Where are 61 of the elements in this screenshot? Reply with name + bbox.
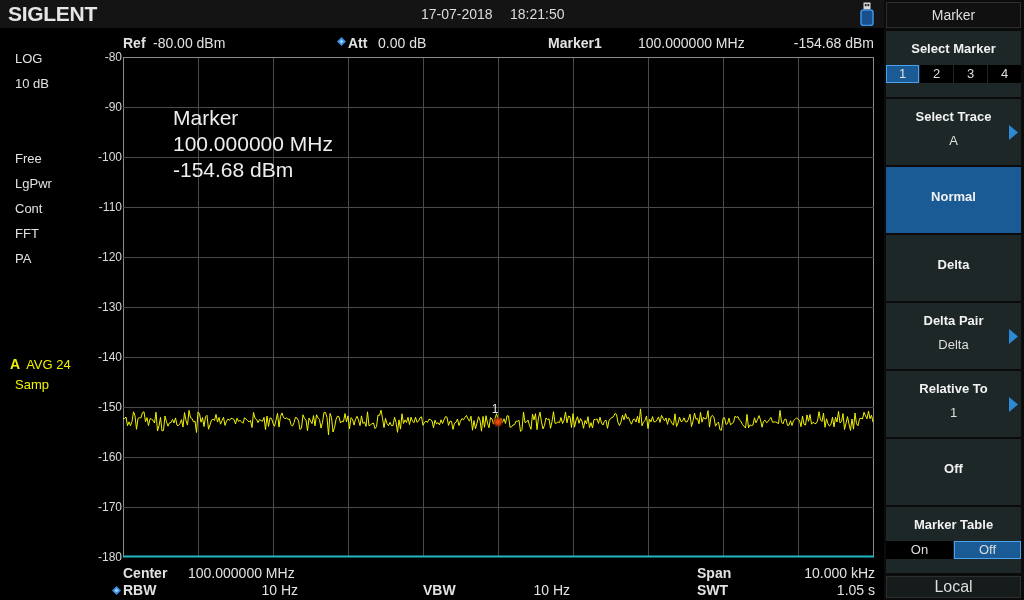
softkey-label: Marker Table	[913, 517, 994, 533]
option-tab[interactable]: On	[886, 541, 953, 559]
trace-detector-label: Samp	[15, 376, 49, 394]
status-label: PA	[15, 250, 32, 268]
softkey-button[interactable]: Off	[886, 439, 1021, 505]
softkey-button[interactable]: Select Trace A	[886, 99, 1021, 165]
y-axis-label: -130	[97, 301, 122, 313]
softkey-button[interactable]: Relative To 1	[886, 371, 1021, 437]
y-axis-label: -80	[104, 51, 122, 63]
softkey-button[interactable]: Normal	[886, 167, 1021, 233]
option-tab[interactable]: 4	[988, 65, 1021, 83]
status-label: Cont	[15, 200, 43, 218]
y-axis-label: -160	[97, 451, 122, 463]
trace-averaging-label: AVG 24	[26, 356, 71, 374]
trace-name-label: A	[10, 355, 21, 374]
triangle-right-icon	[1009, 124, 1018, 140]
softkey-label: Select Marker	[911, 41, 996, 57]
sweep-time-label: SWT	[697, 582, 729, 599]
marker-level-value: -154.68 dBm	[793, 35, 874, 51]
y-axis-label: -140	[97, 351, 122, 363]
att-value: 0.00 dB	[378, 35, 428, 51]
span-value: 10.000 kHz	[804, 565, 875, 582]
y-axis-label: -100	[97, 151, 122, 163]
scale-division-label: 10 dB	[15, 75, 49, 93]
option-tab[interactable]: 1	[886, 65, 919, 83]
y-axis-label: -150	[97, 401, 122, 413]
status-label: LgPwr	[15, 175, 52, 193]
marker-name-label: Marker1	[548, 35, 603, 51]
softkey-button[interactable]: Delta	[886, 235, 1021, 301]
option-tab[interactable]: 2	[920, 65, 953, 83]
y-axis-label: -180	[97, 551, 122, 563]
att-label: Att	[348, 35, 369, 51]
triangle-right-icon	[1009, 396, 1018, 412]
usb-stick-icon	[860, 2, 874, 26]
vbw-label: VBW	[423, 582, 456, 599]
rbw-value: 10 Hz	[261, 582, 298, 599]
status-label: Free	[15, 150, 42, 168]
sweep-time-value: 1.05 s	[836, 582, 875, 599]
status-label: FFT	[15, 225, 39, 243]
center-frequency-label: Center	[123, 565, 169, 582]
option-tab[interactable]: 3	[954, 65, 987, 83]
time-label: 18:21:50	[510, 6, 565, 22]
date-label: 17-07-2018	[421, 6, 493, 22]
menu-title: Marker	[886, 2, 1021, 28]
ref-value: -80.00 dBm	[153, 35, 227, 51]
vbw-value: 10 Hz	[533, 582, 570, 599]
scale-type-label: LOG	[15, 50, 43, 68]
option-tab[interactable]: Off	[954, 541, 1021, 559]
y-axis-label: -110	[98, 201, 122, 213]
center-frequency-value: 100.000000 MHz	[188, 565, 295, 582]
y-axis-label: -170	[97, 501, 122, 513]
y-axis-label: -90	[104, 101, 122, 113]
rbw-label: RBW	[123, 582, 157, 599]
y-axis-label: -120	[97, 251, 122, 263]
local-mode-label: Local	[886, 576, 1021, 598]
span-label: Span	[697, 565, 732, 582]
brand-logo: SIGLENT	[8, 2, 97, 26]
softkey-button[interactable]: Delta Pair Delta	[886, 303, 1021, 369]
marker-frequency-value: 100.000000 MHz	[638, 35, 746, 51]
ref-label: Ref	[123, 35, 147, 51]
triangle-right-icon	[1009, 328, 1018, 344]
